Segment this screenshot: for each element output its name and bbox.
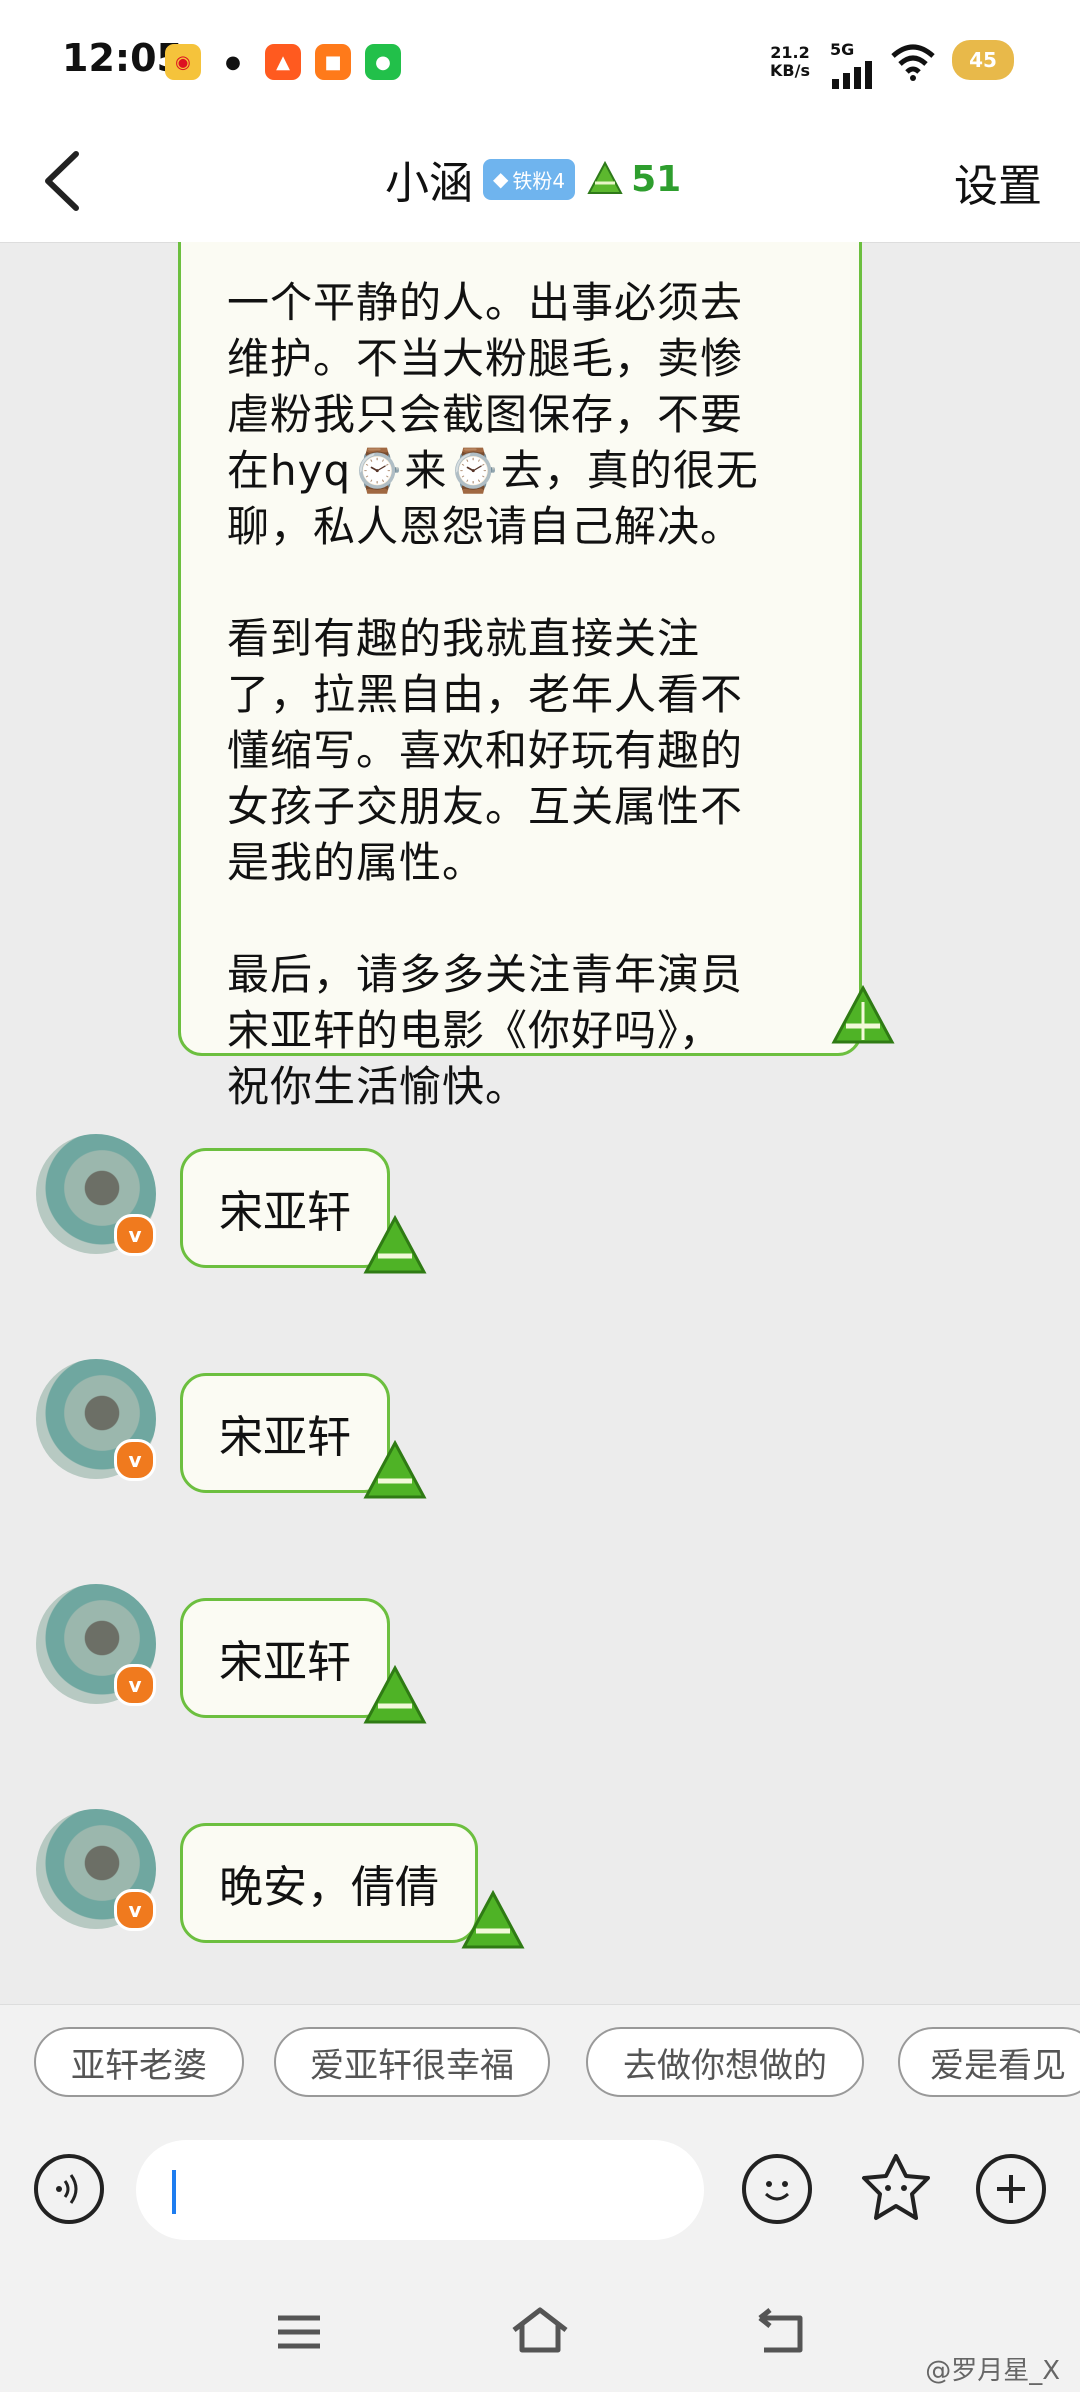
- verified-badge-icon: v: [114, 1214, 156, 1256]
- message-bubble[interactable]: 宋亚轩: [180, 1373, 390, 1493]
- quick-reply-chip[interactable]: 亚轩老婆: [34, 2027, 244, 2097]
- quick-reply-bar: 亚轩老婆 爱亚轩很幸福 去做你想做的 爱是看见: [0, 2004, 1080, 2115]
- network-speed-unit: KB/s: [770, 61, 810, 80]
- back-button[interactable]: [34, 146, 94, 216]
- fan-level-label: 铁粉4: [512, 168, 566, 193]
- chat-area[interactable]: 一个平静的人。出事必须去 维护。不当大粉腿毛，卖惨 虐粉我只会截图保存，不要 在…: [0, 242, 1080, 2004]
- plus-button[interactable]: [976, 2154, 1046, 2224]
- message-row: v 宋亚轩: [0, 1134, 1080, 1284]
- quick-reply-chip[interactable]: 爱亚轩很幸福: [274, 2027, 550, 2097]
- watermark: @罗月星_X: [925, 2356, 1060, 2386]
- message-bubble[interactable]: 晚安，倩倩: [180, 1823, 478, 1943]
- chat-header: 小涵 ◆ 铁粉4 51 设置: [0, 120, 1080, 243]
- voice-icon: [56, 2174, 78, 2204]
- diamond-icon: ◆: [493, 167, 509, 191]
- message-bubble[interactable]: 宋亚轩: [180, 1598, 390, 1718]
- emoji-button[interactable]: [742, 2154, 812, 2224]
- zongzi-sticker-icon: [461, 1889, 525, 1949]
- zongzi-sticker-icon: [363, 1439, 427, 1499]
- input-bar: [0, 2114, 1080, 2274]
- quick-reply-chip[interactable]: 爱是看见: [898, 2027, 1080, 2097]
- leaf-count-value: 51: [631, 158, 682, 200]
- verified-badge-icon: v: [114, 1889, 156, 1931]
- plus-icon: [997, 2175, 1025, 2203]
- zongzi-sticker-icon: [363, 1664, 427, 1724]
- taobao-flash-icon: ■: [315, 44, 351, 80]
- settings-button[interactable]: 设置: [954, 150, 1042, 214]
- notification-icons: ◉ ● ▲ ■ ●: [165, 44, 401, 80]
- menu-icon[interactable]: [274, 2312, 324, 2352]
- sticker-button[interactable]: [858, 2150, 934, 2226]
- zongzi-sticker-icon: [363, 1214, 427, 1274]
- status-bar: 12:05 ◉ ● ▲ ■ ● 21.2 KB/s 5G 45: [0, 0, 1080, 120]
- title-group: 小涵 ◆ 铁粉4 51: [385, 144, 681, 214]
- network-speed: 21.2 KB/s: [770, 44, 810, 80]
- verified-badge-icon: v: [114, 1664, 156, 1706]
- wifi-icon: [891, 44, 935, 81]
- verified-badge-icon: v: [114, 1439, 156, 1481]
- network-speed-value: 21.2: [770, 43, 810, 62]
- message-input[interactable]: [136, 2140, 704, 2240]
- weibo-icon: ◉: [165, 44, 201, 80]
- battery-level: 45: [969, 48, 997, 72]
- wechat-icon: ●: [365, 44, 401, 80]
- qq-icon: ●: [215, 44, 251, 80]
- quick-reply-chip[interactable]: 去做你想做的: [586, 2027, 864, 2097]
- message-row: v 宋亚轩: [0, 1584, 1080, 1734]
- contact-name: 小涵: [385, 158, 473, 209]
- message-bubble[interactable]: 宋亚轩: [180, 1148, 390, 1268]
- message-row: v 宋亚轩: [0, 1359, 1080, 1509]
- leaf-counter: 51: [585, 159, 681, 200]
- taobao-icon: ▲: [265, 44, 301, 80]
- signal-icon: 5G: [830, 40, 874, 95]
- text-caret: [172, 2170, 176, 2214]
- fan-level-badge: ◆ 铁粉4: [483, 158, 576, 200]
- zongzi-sticker-icon: [831, 984, 895, 1044]
- home-icon[interactable]: [508, 2304, 572, 2356]
- signal-label: 5G: [830, 40, 855, 59]
- voice-button[interactable]: [34, 2154, 104, 2224]
- long-message-bubble[interactable]: 一个平静的人。出事必须去 维护。不当大粉腿毛，卖惨 虐粉我只会截图保存，不要 在…: [178, 242, 862, 1111]
- zongzi-icon: [587, 160, 623, 194]
- system-nav-bar: @罗月星_X: [0, 2274, 1080, 2392]
- smiley-icon: [764, 2181, 790, 2201]
- battery-indicator: 45: [952, 40, 1014, 80]
- back-nav-icon[interactable]: [752, 2308, 808, 2356]
- message-row: v 晚安，倩倩: [0, 1809, 1080, 1959]
